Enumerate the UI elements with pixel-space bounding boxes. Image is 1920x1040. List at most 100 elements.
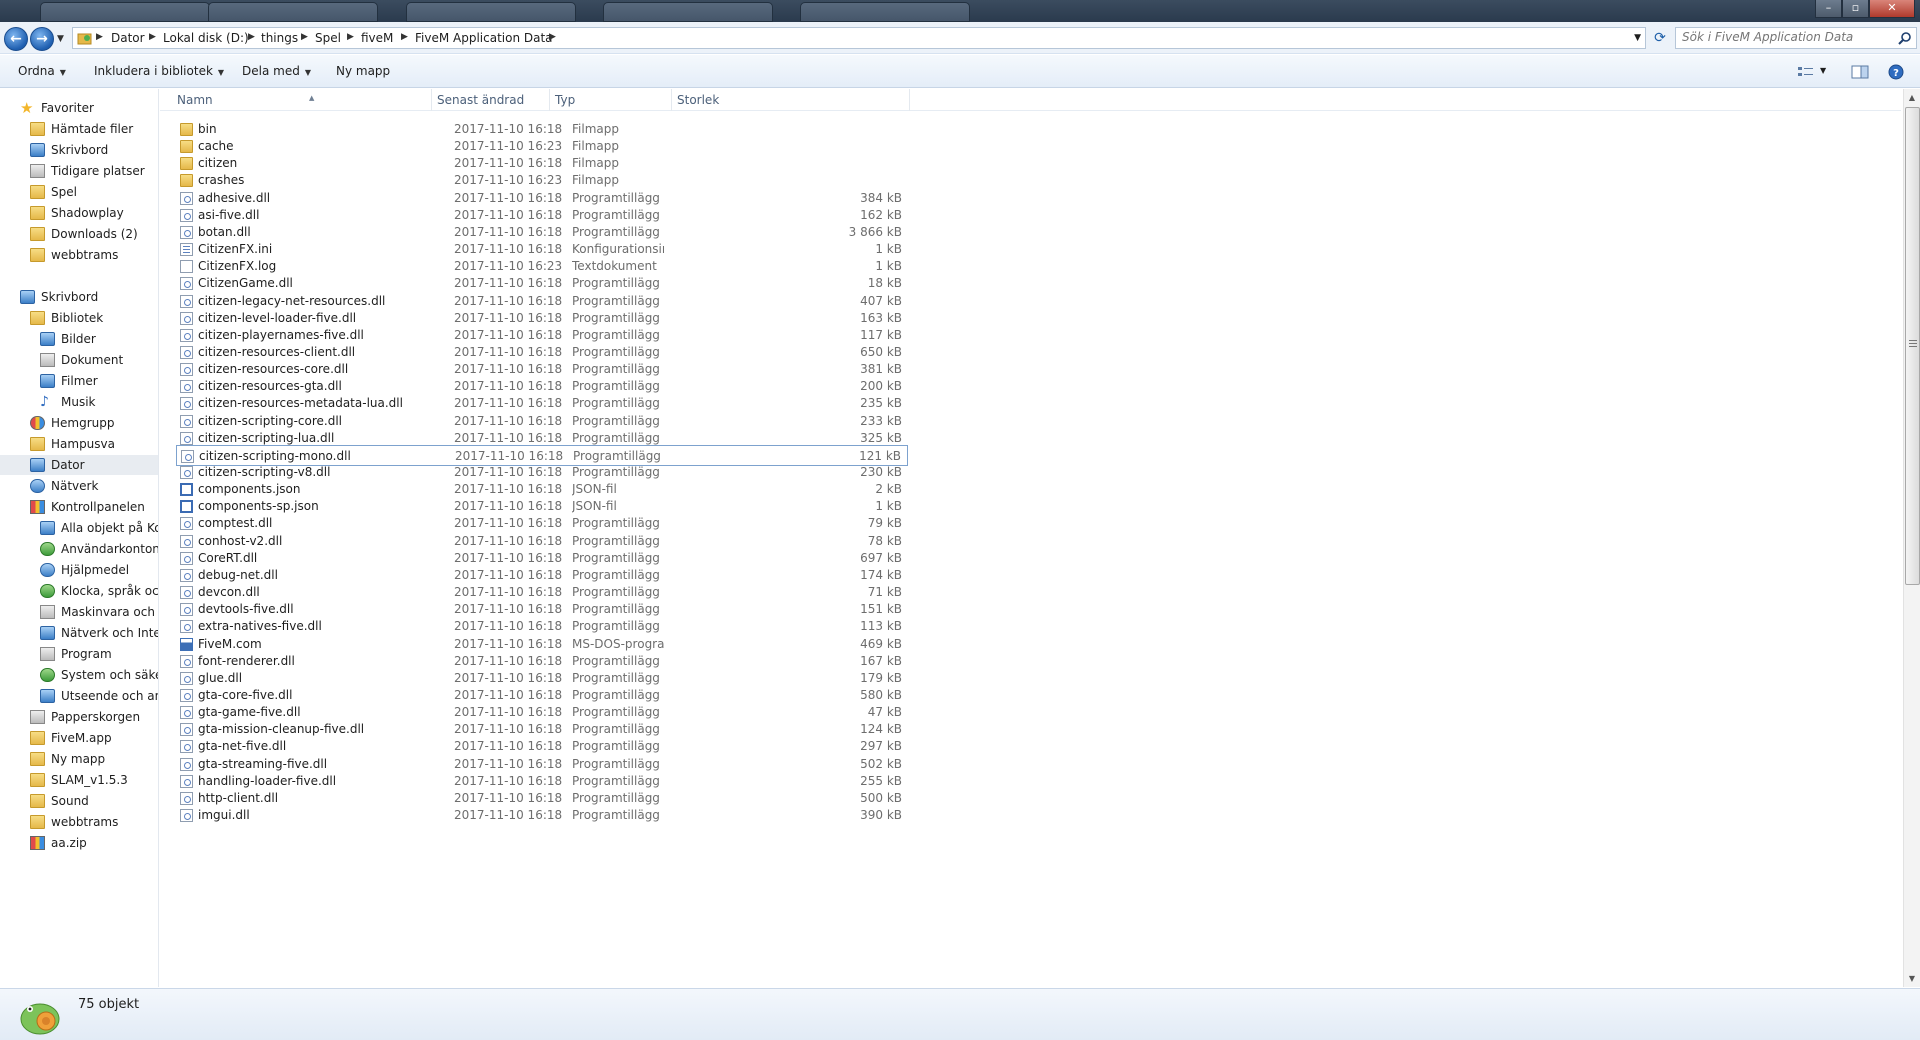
include-in-library-button[interactable]: Inkludera i bibliotek ▼ [94, 64, 224, 78]
file-row[interactable]: imgui.dll 2017-11-10 16:18 Programtillägg 3… [176, 805, 908, 826]
nav-programs[interactable]: Program [0, 644, 158, 664]
back-button[interactable]: ← [4, 27, 28, 51]
nav-label: Maskinvara och lju [61, 605, 158, 619]
address-bar[interactable]: ▶ Dator ▶ Lokal disk (D:) ▶ things ▶ Spe… [72, 27, 1646, 49]
nav-label: Skrivbord [51, 143, 109, 157]
maximize-button[interactable]: ▫ [1842, 0, 1869, 18]
ini-file-icon [180, 243, 193, 257]
breadcrumb-separator[interactable]: ▶ [248, 32, 255, 42]
hardware-sound-icon [40, 605, 55, 619]
scroll-down-arrow[interactable]: ▼ [1904, 970, 1920, 987]
nav-desktop[interactable]: Skrivbord [0, 287, 158, 307]
nav-downloads-2[interactable]: Downloads (2) [0, 224, 158, 244]
scroll-up-arrow[interactable]: ▲ [1904, 89, 1920, 106]
nav-shadowplay[interactable]: Shadowplay [0, 203, 158, 223]
dll-file-icon [180, 363, 193, 377]
nav-system-security[interactable]: System och säkerh [0, 665, 158, 685]
nav-libraries[interactable]: Bibliotek [0, 308, 158, 328]
nav-webbtrams-favorite[interactable]: webbtrams [0, 245, 158, 265]
breadcrumb-spel[interactable]: Spel [315, 31, 341, 45]
breadcrumb-drive[interactable]: Lokal disk (D:) [163, 31, 249, 45]
organize-button[interactable]: Ordna ▼ [18, 64, 66, 78]
breadcrumb-things[interactable]: things [261, 31, 298, 45]
column-header-name[interactable]: Namn ▲ [172, 89, 432, 111]
column-header-label: Namn [177, 93, 213, 107]
dll-file-icon [180, 225, 193, 239]
nav-user-folder[interactable]: Hampusva [0, 434, 158, 454]
nav-slam[interactable]: SLAM_v1.5.3 [0, 770, 158, 790]
dll-file-icon [180, 723, 193, 737]
nav-pictures[interactable]: Bilder [0, 329, 158, 349]
nav-music[interactable]: ♪ Musik [0, 392, 158, 412]
nav-sound[interactable]: Sound [0, 791, 158, 811]
nav-label: Filmer [61, 374, 98, 388]
column-header-size[interactable]: Storlek [672, 89, 910, 111]
breadcrumb-fivem[interactable]: fiveM [361, 31, 393, 45]
view-options-icon[interactable] [1796, 63, 1816, 81]
breadcrumb-computer[interactable]: Dator [111, 31, 145, 45]
folder-icon [30, 248, 45, 262]
breadcrumb-separator[interactable]: ▶ [401, 32, 408, 42]
recent-pages-dropdown[interactable]: ▼ [57, 34, 64, 44]
nav-recycle-bin[interactable]: Papperskorgen [0, 707, 158, 727]
breadcrumb-separator[interactable]: ▶ [96, 32, 103, 42]
nav-computer[interactable]: Dator [0, 455, 158, 475]
nav-desktop-favorite[interactable]: Skrivbord [0, 140, 158, 160]
nav-label: Alla objekt på Kon [61, 521, 158, 535]
share-with-label: Dela med [242, 64, 300, 78]
breadcrumb-separator[interactable]: ▶ [549, 32, 556, 42]
folder-details-icon [20, 1003, 60, 1035]
scrollbar-thumb[interactable] [1905, 107, 1920, 585]
nav-label: webbtrams [51, 815, 119, 829]
minimize-button[interactable]: – [1815, 0, 1842, 18]
nav-network[interactable]: Nätverk [0, 476, 158, 496]
folder-icon [180, 123, 193, 136]
nav-label: Tidigare platser [51, 164, 145, 178]
vertical-scrollbar[interactable]: ▲ ▼ [1903, 89, 1920, 987]
nav-accessibility[interactable]: Hjälpmedel [0, 560, 158, 580]
nav-hardware-sound[interactable]: Maskinvara och lju [0, 602, 158, 622]
nav-control-panel[interactable]: Kontrollpanelen [0, 497, 158, 517]
breadcrumb-current-folder[interactable]: FiveM Application Data [415, 31, 553, 45]
nav-documents[interactable]: Dokument [0, 350, 158, 370]
nav-webbtrams[interactable]: webbtrams [0, 812, 158, 832]
documents-icon [40, 353, 55, 367]
dll-file-icon [180, 397, 193, 411]
nav-appearance[interactable]: Utseende och anp [0, 686, 158, 706]
search-box[interactable] [1675, 27, 1917, 49]
column-header-date[interactable]: Senast ändrad [432, 89, 550, 111]
executable-file-icon [180, 637, 193, 651]
search-icon[interactable] [1898, 31, 1912, 45]
nav-fivem-app[interactable]: FiveM.app [0, 728, 158, 748]
search-input[interactable] [1682, 30, 1882, 44]
nav-all-control-panel-items[interactable]: Alla objekt på Kon [0, 518, 158, 538]
nav-favorites[interactable]: ★ Favoriter [0, 98, 158, 118]
nav-new-folder[interactable]: Ny mapp [0, 749, 158, 769]
nav-label: Hampusva [51, 437, 115, 451]
column-header-row: Namn ▲ Senast ändrad Typ Storlek [160, 89, 1901, 111]
share-with-button[interactable]: Dela med ▼ [242, 64, 311, 78]
nav-label: Hjälpmedel [61, 563, 130, 577]
new-folder-button[interactable]: Ny mapp [336, 64, 390, 78]
nav-spel[interactable]: Spel [0, 182, 158, 202]
breadcrumb-separator[interactable]: ▶ [149, 32, 156, 42]
view-options-dropdown[interactable]: ▼ [1820, 66, 1826, 75]
forward-button[interactable]: → [30, 27, 54, 51]
nav-homegroup[interactable]: Hemgrupp [0, 413, 158, 433]
nav-user-accounts[interactable]: Användarkonton c [0, 539, 158, 559]
nav-clock-language[interactable]: Klocka, språk och [0, 581, 158, 601]
nav-recent-places[interactable]: Tidigare platser [0, 161, 158, 181]
refresh-button[interactable]: ⟳ [1650, 27, 1670, 49]
address-history-dropdown[interactable]: ▼ [1634, 33, 1641, 43]
nav-videos[interactable]: Filmer [0, 371, 158, 391]
nav-aa-zip[interactable]: aa.zip [0, 833, 158, 853]
nav-network-internet[interactable]: Nätverk och Interr [0, 623, 158, 643]
dll-file-icon [180, 568, 193, 582]
preview-pane-icon[interactable] [1850, 63, 1870, 81]
column-header-type[interactable]: Typ [550, 89, 672, 111]
breadcrumb-separator[interactable]: ▶ [301, 32, 308, 42]
nav-downloads[interactable]: Hämtade filer [0, 119, 158, 139]
help-icon[interactable]: ? [1886, 63, 1906, 81]
breadcrumb-separator[interactable]: ▶ [347, 32, 354, 42]
close-button[interactable]: ✕ [1869, 0, 1915, 18]
